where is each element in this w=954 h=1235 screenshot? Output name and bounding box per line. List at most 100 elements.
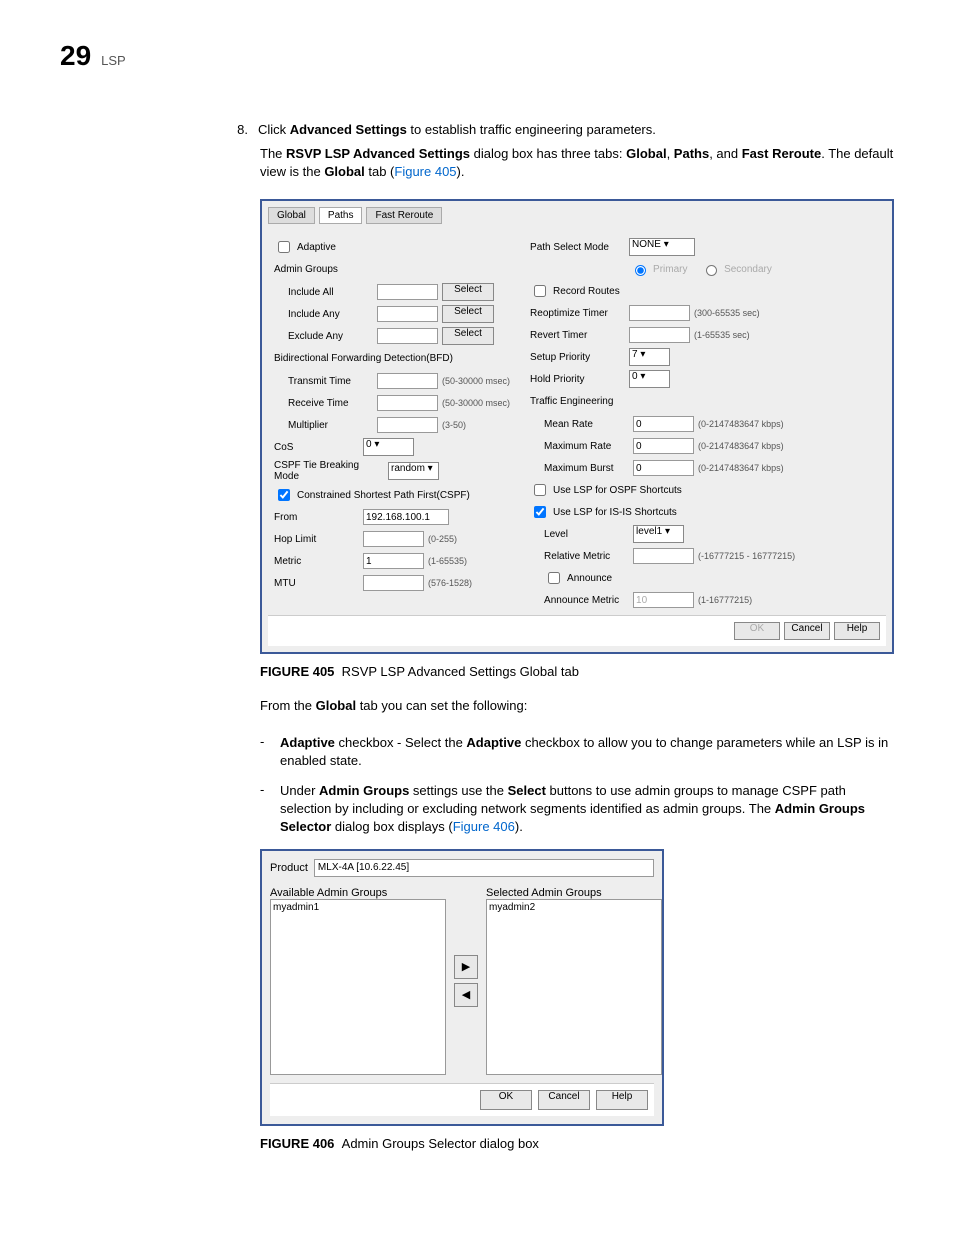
figure-405: Global Paths Fast Reroute Adaptive Admin… xyxy=(260,199,894,654)
announce-checkbox[interactable] xyxy=(548,572,560,584)
metric-input[interactable] xyxy=(363,553,424,569)
level-select[interactable]: level1 ▾ xyxy=(633,525,684,543)
cos-select[interactable]: 0 ▾ xyxy=(363,438,414,456)
figure-405-caption: FIGURE 405 RSVP LSP Advanced Settings Gl… xyxy=(260,664,894,679)
include-all-input[interactable] xyxy=(377,284,438,300)
revert-timer-label: Revert Timer xyxy=(530,330,625,341)
isis-shortcuts-label: Use LSP for IS-IS Shortcuts xyxy=(553,507,677,518)
product-label: Product xyxy=(270,862,308,874)
mtu-hint: (576-1528) xyxy=(428,578,472,588)
tie-mode-select[interactable]: random ▾ xyxy=(388,462,439,480)
bullet-dash: - xyxy=(260,782,270,837)
include-any-input[interactable] xyxy=(377,306,438,322)
max-rate-input[interactable] xyxy=(633,438,694,454)
figure-406-link[interactable]: Figure 406 xyxy=(453,819,515,834)
multiplier-label: Multiplier xyxy=(288,420,373,431)
record-routes-label: Record Routes xyxy=(553,286,620,297)
max-burst-label: Maximum Burst xyxy=(544,463,629,474)
mtu-input[interactable] xyxy=(363,575,424,591)
product-input[interactable] xyxy=(314,859,654,877)
announce-metric-input[interactable] xyxy=(633,592,694,608)
include-any-label: Include Any xyxy=(288,309,373,320)
announce-metric-label: Announce Metric xyxy=(544,595,629,606)
traffic-eng-label: Traffic Engineering xyxy=(530,396,795,407)
tab-global[interactable]: Global xyxy=(268,207,315,224)
include-any-select-button[interactable]: Select xyxy=(442,305,494,323)
receive-time-input[interactable] xyxy=(377,395,438,411)
setup-priority-select[interactable]: 7 ▾ xyxy=(629,348,670,366)
path-select-select[interactable]: NONE ▾ xyxy=(629,238,695,256)
ospf-shortcuts-label: Use LSP for OSPF Shortcuts xyxy=(553,485,682,496)
move-left-button[interactable]: ◀ xyxy=(454,983,478,1007)
hop-limit-label: Hop Limit xyxy=(274,534,359,545)
adaptive-label: Adaptive xyxy=(297,242,336,253)
selected-listbox[interactable]: myadmin2 xyxy=(486,899,662,1075)
path-select-label: Path Select Mode xyxy=(530,242,625,253)
exclude-any-select-button[interactable]: Select xyxy=(442,327,494,345)
mean-rate-hint: (0-2147483647 kbps) xyxy=(698,419,784,429)
ospf-shortcuts-checkbox[interactable] xyxy=(534,484,546,496)
intro-paragraph: The RSVP LSP Advanced Settings dialog bo… xyxy=(260,145,894,181)
admin-groups-label: Admin Groups xyxy=(274,264,510,275)
isis-shortcuts-checkbox[interactable] xyxy=(534,506,546,518)
include-all-label: Include All xyxy=(288,287,373,298)
revert-timer-input[interactable] xyxy=(629,327,690,343)
bullet-adaptive: Adaptive checkbox - Select the Adaptive … xyxy=(280,734,894,770)
transmit-time-label: Transmit Time xyxy=(288,376,373,387)
selected-item[interactable]: myadmin2 xyxy=(489,902,659,913)
figure-406: Product Available Admin Groups myadmin1 … xyxy=(260,849,664,1126)
level-label: Level xyxy=(544,529,629,540)
max-burst-input[interactable] xyxy=(633,460,694,476)
multiplier-input[interactable] xyxy=(377,417,438,433)
transmit-time-input[interactable] xyxy=(377,373,438,389)
primary-radio[interactable] xyxy=(635,265,646,276)
cspf-checkbox[interactable] xyxy=(278,489,290,501)
receive-time-hint: (50-30000 msec) xyxy=(442,398,510,408)
help-button[interactable]: Help xyxy=(596,1090,648,1110)
ok-button[interactable]: OK xyxy=(480,1090,532,1110)
hop-limit-input[interactable] xyxy=(363,531,424,547)
from-label: From xyxy=(274,512,359,523)
revert-hint: (1-65535 sec) xyxy=(694,330,750,340)
hold-priority-select[interactable]: 0 ▾ xyxy=(629,370,670,388)
metric-label: Metric xyxy=(274,556,359,567)
move-right-button[interactable]: ▶ xyxy=(454,955,478,979)
hop-limit-hint: (0-255) xyxy=(428,534,457,544)
secondary-radio[interactable] xyxy=(706,265,717,276)
reopt-timer-input[interactable] xyxy=(629,305,690,321)
tie-mode-label: CSPF Tie Breaking Mode xyxy=(274,460,384,482)
cancel-button[interactable]: Cancel xyxy=(538,1090,590,1110)
receive-time-label: Receive Time xyxy=(288,398,373,409)
ok-button[interactable]: OK xyxy=(734,622,780,640)
available-listbox[interactable]: myadmin1 xyxy=(270,899,446,1075)
chapter-label: LSP xyxy=(101,53,126,68)
chapter-number: 29 xyxy=(60,40,91,72)
exclude-any-input[interactable] xyxy=(377,328,438,344)
announce-label: Announce xyxy=(567,573,612,584)
from-input[interactable] xyxy=(363,509,449,525)
help-button[interactable]: Help xyxy=(834,622,880,640)
mtu-label: MTU xyxy=(274,578,359,589)
record-routes-checkbox[interactable] xyxy=(534,285,546,297)
rel-metric-input[interactable] xyxy=(633,548,694,564)
transmit-time-hint: (50-30000 msec) xyxy=(442,376,510,386)
announce-metric-hint: (1-16777215) xyxy=(698,595,752,605)
include-all-select-button[interactable]: Select xyxy=(442,283,494,301)
primary-label: Primary xyxy=(653,264,687,275)
rel-metric-hint: (-16777215 - 16777215) xyxy=(698,551,795,561)
bullet-dash: - xyxy=(260,734,270,770)
available-label: Available Admin Groups xyxy=(270,887,446,899)
available-item[interactable]: myadmin1 xyxy=(273,902,443,913)
from-global-text: From the Global tab you can set the foll… xyxy=(260,697,894,715)
max-rate-hint: (0-2147483647 kbps) xyxy=(698,441,784,451)
tab-fast-reroute[interactable]: Fast Reroute xyxy=(366,207,442,224)
multiplier-hint: (3-50) xyxy=(442,420,466,430)
mean-rate-input[interactable] xyxy=(633,416,694,432)
tab-paths[interactable]: Paths xyxy=(319,207,363,224)
cancel-button[interactable]: Cancel xyxy=(784,622,830,640)
metric-hint: (1-65535) xyxy=(428,556,467,566)
hold-priority-label: Hold Priority xyxy=(530,374,625,385)
adaptive-checkbox[interactable] xyxy=(278,241,290,253)
cspf-label: Constrained Shortest Path First(CSPF) xyxy=(297,490,470,501)
figure-405-link[interactable]: Figure 405 xyxy=(394,164,456,179)
